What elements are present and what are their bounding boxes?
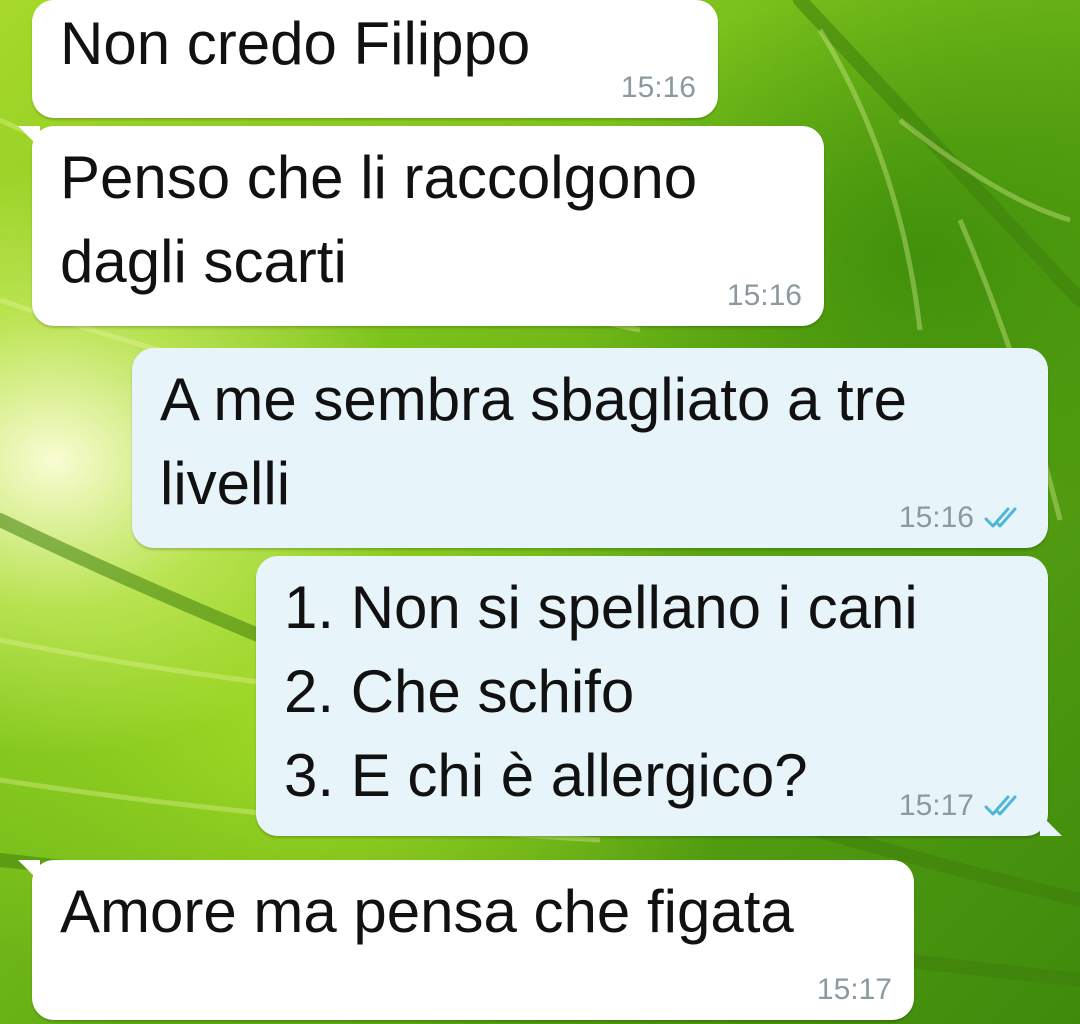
message-bubble-incoming[interactable]: Non credo Filippo 15:16 (32, 0, 718, 118)
message-meta: 15:17 (899, 786, 1026, 826)
message-bubble-outgoing[interactable]: A me sembra sbagliato a tre livelli 15:1… (132, 348, 1048, 548)
message-text: A me sembra sbagliato a tre livelli (160, 366, 908, 517)
message-bubble-incoming[interactable]: Amore ma pensa che figata 15:17 (18, 860, 914, 1020)
double-check-read-icon (984, 795, 1017, 816)
message-timestamp: 15:16 (726, 279, 802, 312)
message-meta: 15:16 (727, 276, 802, 316)
double-check-read-icon (984, 507, 1017, 528)
message-timestamp: 15:17 (816, 973, 892, 1006)
message-text: Amore ma pensa che figata (60, 878, 794, 945)
message-text: Penso che li raccolgono dagli scarti (60, 144, 698, 295)
message-timestamp: 15:16 (620, 71, 696, 104)
bubble-tail (1040, 814, 1062, 836)
message-meta: 15:16 (899, 498, 1026, 538)
message-meta: 15:17 (817, 970, 892, 1010)
chat-window: Non credo Filippo 15:16 Penso che li rac… (0, 0, 1080, 1024)
message-bubble-incoming[interactable]: Penso che li raccolgono dagli scarti 15:… (18, 126, 824, 326)
bubble-tail (18, 860, 40, 882)
message-timestamp: 15:16 (898, 501, 974, 534)
bubble-tail (18, 126, 40, 148)
message-text: Non credo Filippo (60, 10, 531, 77)
message-meta: 15:16 (621, 68, 696, 108)
message-text: 1. Non si spellano i cani 2. Che schifo … (284, 574, 918, 809)
message-bubble-outgoing[interactable]: 1. Non si spellano i cani 2. Che schifo … (256, 556, 1062, 836)
message-timestamp: 15:17 (898, 789, 974, 822)
